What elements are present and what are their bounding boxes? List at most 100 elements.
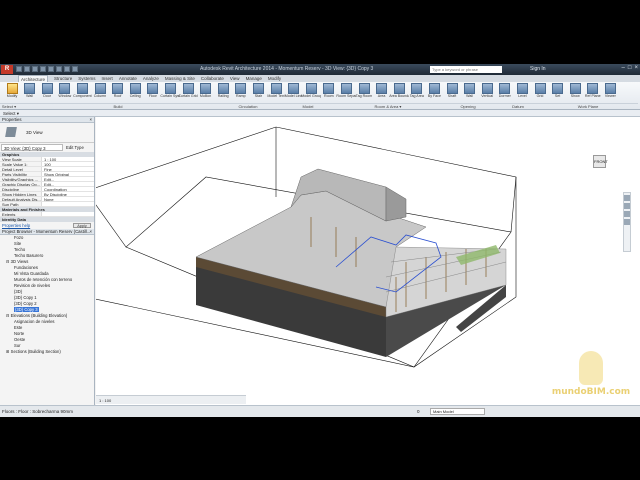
ceiling-icon	[129, 83, 141, 94]
mullion-icon	[200, 83, 212, 94]
application-menu-button[interactable]: R	[1, 65, 13, 74]
open-icon[interactable]	[16, 66, 22, 72]
tab-architecture[interactable]: Architecture	[18, 75, 49, 82]
viewcube[interactable]: FRONT	[589, 153, 611, 175]
section-icon[interactable]	[72, 66, 78, 72]
railing-icon	[217, 83, 229, 94]
tab-annotate[interactable]: Annotate	[119, 75, 137, 82]
browser-item-label: {3D}	[14, 289, 23, 294]
column-icon	[94, 83, 106, 94]
property-value[interactable]	[42, 202, 94, 206]
panel-label[interactable]: Circulation	[218, 103, 278, 109]
orbit-icon[interactable]	[624, 219, 630, 225]
view-instance-selector[interactable]: 3D View: {3D} Copy 3	[1, 144, 63, 151]
panel-label[interactable]: Datum	[498, 103, 538, 109]
tab-modify[interactable]: Modify	[268, 75, 281, 82]
show-icon	[569, 83, 581, 94]
modify-icon	[6, 83, 18, 94]
tab-structure[interactable]: Structure	[54, 75, 72, 82]
property-value[interactable]: Fine	[42, 167, 94, 171]
panel-label[interactable]: Opening	[438, 103, 498, 109]
model-text-icon	[270, 83, 282, 94]
watermark-text: mundoBIM.com	[551, 387, 631, 397]
redo-icon[interactable]	[40, 66, 46, 72]
property-key: Extents	[0, 212, 42, 216]
viewer-button[interactable]: Viewer	[600, 83, 620, 103]
apply-button[interactable]: Apply	[73, 223, 91, 228]
properties-title: Properties	[2, 117, 22, 122]
upper-volume-side	[385, 186, 407, 222]
view-scale[interactable]: 1 : 100	[99, 398, 111, 403]
tab-insert[interactable]: Insert	[102, 75, 113, 82]
room-icon	[323, 83, 335, 94]
help-search-input[interactable]: Type a keyword or phrase	[430, 66, 502, 73]
property-key: Graphic Display Op...	[2, 182, 42, 186]
panel-label[interactable]: Work Plane	[538, 103, 638, 109]
panel-label[interactable]: Build	[18, 103, 218, 109]
browser-item-label: ⊟ Elevations (Building Elevation)	[6, 313, 68, 318]
panel-label[interactable]: Room & Area ▾	[338, 103, 438, 109]
model-line-icon	[288, 83, 300, 94]
tab-systems[interactable]: Systems	[78, 75, 95, 82]
zoom-icon[interactable]	[624, 203, 630, 209]
browser-item-label: ⊟ 3D Views	[6, 259, 29, 264]
undo-icon[interactable]	[32, 66, 38, 72]
measure-icon[interactable]	[56, 66, 62, 72]
active-workset-select[interactable]: Main Model	[430, 408, 485, 415]
watermark-logo: mundoBIM.com	[546, 351, 636, 401]
window-icon	[59, 83, 71, 94]
browser-item-label: {3D} Copy 3	[14, 307, 39, 312]
edit-type-button[interactable]: Edit Type	[66, 145, 84, 150]
browser-item-label: Asignacion de niveles	[14, 319, 55, 324]
browser-item-label: {3D} Copy 2	[14, 301, 37, 306]
tab-manage[interactable]: Manage	[246, 75, 262, 82]
tab-analyze[interactable]: Analyze	[143, 75, 159, 82]
type-selector[interactable]: 3D View	[0, 123, 94, 143]
browser-item-label: ⊞ Sections (Building Section)	[6, 349, 61, 354]
pan-icon[interactable]	[624, 211, 630, 217]
3d-view-canvas[interactable]: FRONT mundoBIM.com	[96, 117, 640, 405]
dormer-icon	[499, 83, 511, 94]
property-key: Detail Level	[0, 167, 42, 171]
window-controls: – □ ×	[622, 65, 638, 71]
property-value[interactable]	[42, 212, 94, 216]
sign-in-link[interactable]: Sign In	[530, 66, 546, 72]
property-key: Parts Visibility	[0, 172, 42, 176]
panel-label[interactable]: Select ▾	[0, 103, 18, 109]
door-icon	[41, 83, 53, 94]
3d-view-icon[interactable]	[64, 66, 70, 72]
property-value[interactable]: By Discipline	[42, 192, 94, 196]
save-icon[interactable]	[24, 66, 30, 72]
property-value[interactable]: 100	[42, 162, 94, 166]
minimize-icon[interactable]: –	[622, 65, 625, 71]
properties-help-link[interactable]: Properties help	[2, 223, 30, 228]
tab-massing-site[interactable]: Massing & Site	[165, 75, 195, 82]
property-value[interactable]: Edit...	[42, 177, 94, 181]
close-icon[interactable]: ×	[89, 229, 92, 235]
browser-item-label: Muros de retención con terreno	[14, 277, 73, 282]
tab-collaborate[interactable]: Collaborate	[201, 75, 224, 82]
property-value[interactable]: Show Original	[42, 172, 94, 176]
close-icon[interactable]: ×	[634, 65, 638, 71]
print-icon[interactable]	[48, 66, 54, 72]
title-bar: R Autodesk Revit Architecture 2014 - Mom…	[0, 64, 640, 75]
vertical-icon	[481, 83, 493, 94]
tab-view[interactable]: View	[230, 75, 240, 82]
maximize-icon[interactable]: □	[628, 65, 632, 71]
property-value[interactable]: Coordination	[42, 187, 94, 191]
browser-item-label: Oeste	[14, 337, 26, 342]
status-text: Floors : Floor : Sobrecharma 90mm	[2, 409, 74, 414]
stair-icon	[252, 83, 264, 94]
browser-item[interactable]: ⊞ Sections (Building Section)	[0, 349, 94, 355]
quick-access-toolbar	[16, 66, 78, 73]
property-value[interactable]: Edit...	[42, 182, 94, 186]
ribbon-button-label: Viewer	[604, 94, 616, 98]
property-value[interactable]: 1 : 100	[42, 157, 94, 161]
browser-item-label: Fundaciones	[14, 265, 38, 270]
window-title: Autodesk Revit Architecture 2014 - Momen…	[200, 66, 374, 72]
panel-label[interactable]: Model	[278, 103, 338, 109]
property-value[interactable]: None	[42, 197, 94, 201]
viewcube-face[interactable]: FRONT	[593, 155, 608, 168]
steering-wheel-icon[interactable]	[624, 195, 630, 201]
curtain-grid-icon	[182, 83, 194, 94]
